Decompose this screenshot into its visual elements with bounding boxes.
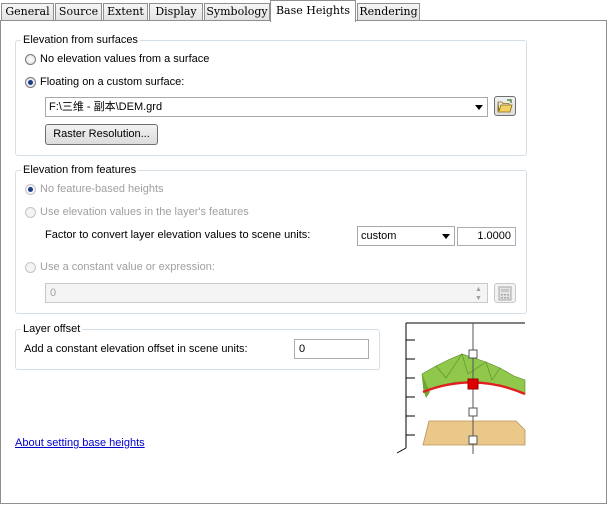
constant-expression-value: 0 <box>50 287 57 299</box>
spin-up-icon[interactable]: ▲ <box>474 285 483 294</box>
offset-label: Add a constant elevation offset in scene… <box>24 343 248 355</box>
constant-expression-input[interactable]: 0 <box>45 283 488 303</box>
tab-extent[interactable]: Extent <box>103 3 148 20</box>
offset-group-title: Layer offset <box>21 323 83 336</box>
folder-open-icon <box>497 99 513 113</box>
constant-expression-radio[interactable] <box>25 262 36 273</box>
tab-source[interactable]: Source <box>55 3 102 20</box>
chevron-down-icon <box>442 234 450 239</box>
factor-unit-dropdown[interactable]: custom <box>357 226 455 246</box>
offset-value-input[interactable]: 0 <box>294 339 369 359</box>
tab-general[interactable]: General <box>1 3 54 20</box>
features-group-title: Elevation from features <box>21 164 139 177</box>
no-surface-label: No elevation values from a surface <box>40 53 210 65</box>
surfaces-group-title: Elevation from surfaces <box>21 34 140 47</box>
factor-label: Factor to convert layer elevation values… <box>45 229 311 241</box>
no-feature-heights-label: No feature-based heights <box>40 183 164 195</box>
no-surface-radio[interactable] <box>25 54 36 65</box>
constant-expression-label: Use a constant value or expression: <box>40 261 215 273</box>
tab-base-heights[interactable]: Base Heights <box>270 0 356 22</box>
no-feature-heights-radio[interactable] <box>25 184 36 195</box>
calculator-icon <box>498 286 512 301</box>
help-link[interactable]: About setting base heights <box>15 436 145 450</box>
layer-elevation-radio[interactable] <box>25 207 36 218</box>
floating-surface-label: Floating on a custom surface: <box>40 76 185 88</box>
layer-elevation-label: Use elevation values in the layer's feat… <box>40 206 249 218</box>
tab-symbology[interactable]: Symbology <box>204 3 270 20</box>
spin-down-icon[interactable]: ▼ <box>474 294 483 303</box>
expression-builder-button[interactable] <box>494 283 516 303</box>
chevron-down-icon <box>475 105 483 110</box>
tab-display[interactable]: Display <box>149 3 203 20</box>
factor-unit-value: custom <box>361 230 397 242</box>
base-heights-illustration <box>396 322 526 454</box>
factor-value-input[interactable]: 1.0000 <box>457 227 516 246</box>
tab-strip: General Source Extent Display Symbology … <box>0 0 608 22</box>
browse-surface-button[interactable] <box>494 96 516 116</box>
floating-surface-radio[interactable] <box>25 77 36 88</box>
raster-resolution-button[interactable]: Raster Resolution... <box>45 124 158 145</box>
surface-path-value: F:\三维 - 副本\DEM.grd <box>49 101 163 113</box>
surface-path-dropdown[interactable]: F:\三维 - 副本\DEM.grd <box>45 97 488 117</box>
tab-rendering[interactable]: Rendering <box>357 3 420 20</box>
